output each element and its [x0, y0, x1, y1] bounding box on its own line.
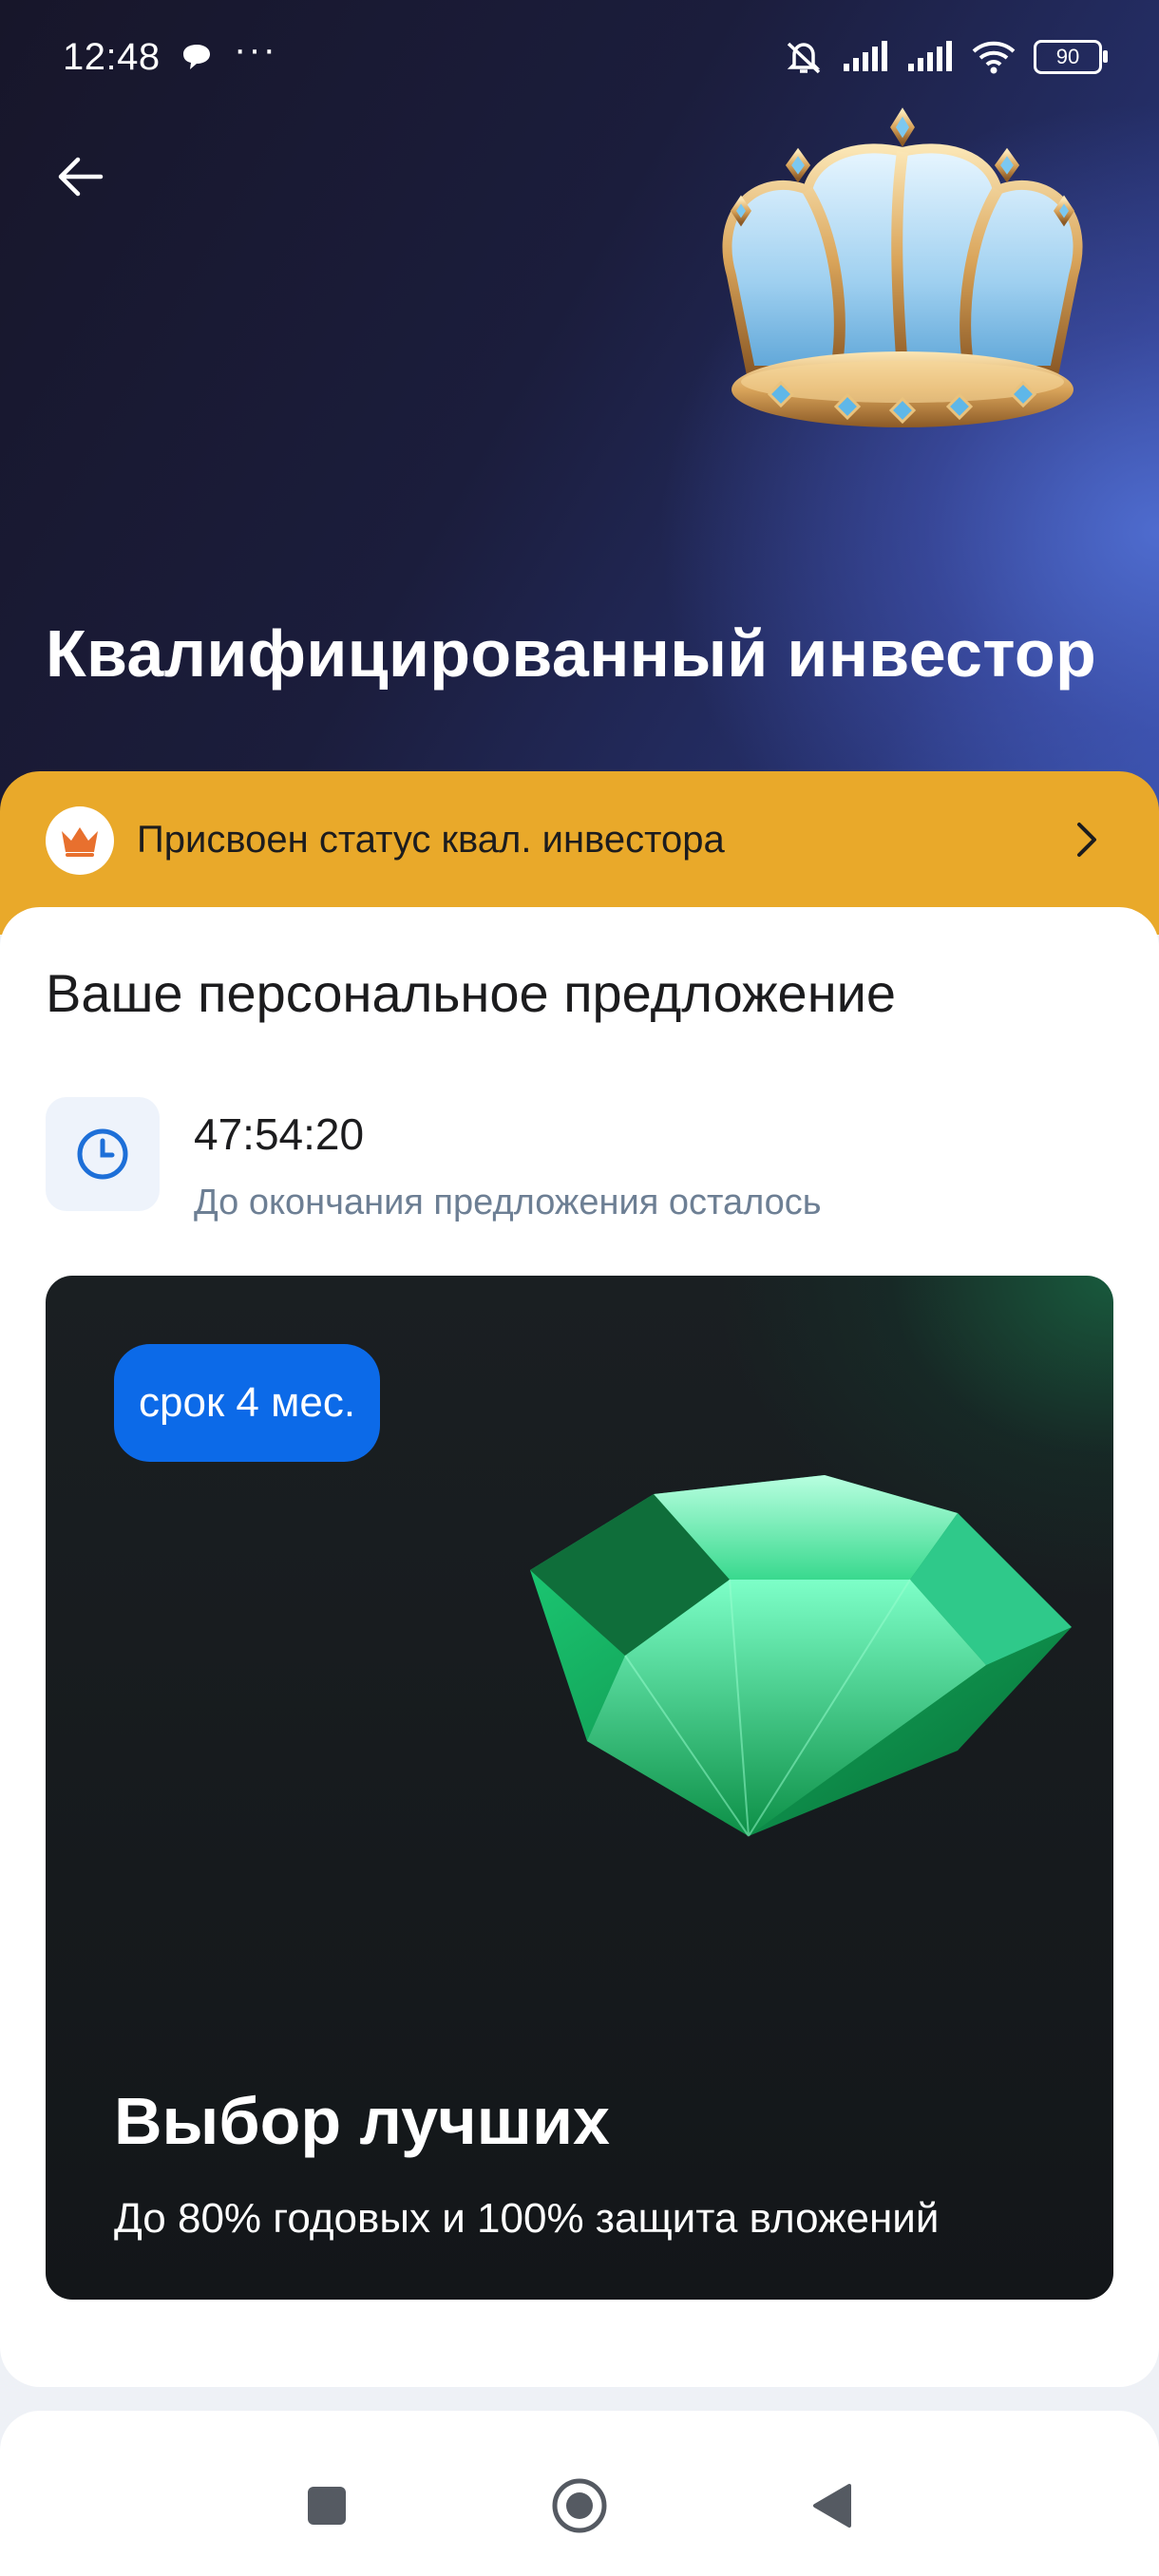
countdown-label: До окончания предложения осталось	[194, 1183, 822, 1222]
wifi-icon	[972, 41, 1016, 74]
status-overflow-dots: ···	[234, 28, 277, 70]
page-title: Квалифицированный инвестор	[46, 616, 1097, 691]
offer-subtitle: До 80% годовых и 100% защита вложений	[114, 2195, 940, 2242]
section-title: Ваше персональное предложение	[46, 963, 897, 1023]
emerald-illustration	[530, 1475, 1072, 1837]
battery-icon: 90	[1034, 40, 1108, 74]
chevron-right-icon	[1077, 823, 1096, 857]
status-time: 12:48	[63, 36, 161, 78]
crown-illustration	[722, 107, 1083, 427]
qualified-status-text: Присвоен статус квал. инвестора	[137, 819, 725, 861]
offer-card[interactable]: срок 4 мес. Выбор лучших До 80% годовых …	[46, 1276, 1113, 2300]
clock-icon	[46, 1097, 160, 1211]
personal-offer-section: Ваше персональное предложение 47:54:20 Д…	[0, 907, 1159, 2387]
status-bar: 12:48 ··· 90	[0, 0, 1159, 114]
home-button[interactable]	[551, 2477, 608, 2534]
back-triangle-icon	[813, 2484, 851, 2528]
offer-title: Выбор лучших	[114, 2084, 610, 2158]
chat-bubble-icon	[183, 45, 210, 69]
arrow-left-icon	[58, 157, 104, 197]
recents-square-icon	[308, 2487, 346, 2525]
hero-header: 12:48 ··· 90 Квалифицированный инвестор	[0, 0, 1159, 836]
battery-level: 90	[1055, 45, 1080, 68]
back-button[interactable]	[46, 142, 114, 211]
signal-icon	[844, 41, 887, 71]
term-badge: срок 4 мес.	[114, 1344, 381, 1462]
mute-icon	[787, 42, 821, 74]
status-right-icons: 90	[783, 34, 1108, 80]
recents-button[interactable]	[298, 2477, 355, 2534]
crown-icon	[46, 805, 114, 875]
system-back-button[interactable]	[804, 2477, 861, 2534]
home-circle-icon	[552, 2478, 607, 2533]
offer-countdown: 47:54:20	[194, 1109, 365, 1159]
signal-icon	[908, 41, 952, 71]
